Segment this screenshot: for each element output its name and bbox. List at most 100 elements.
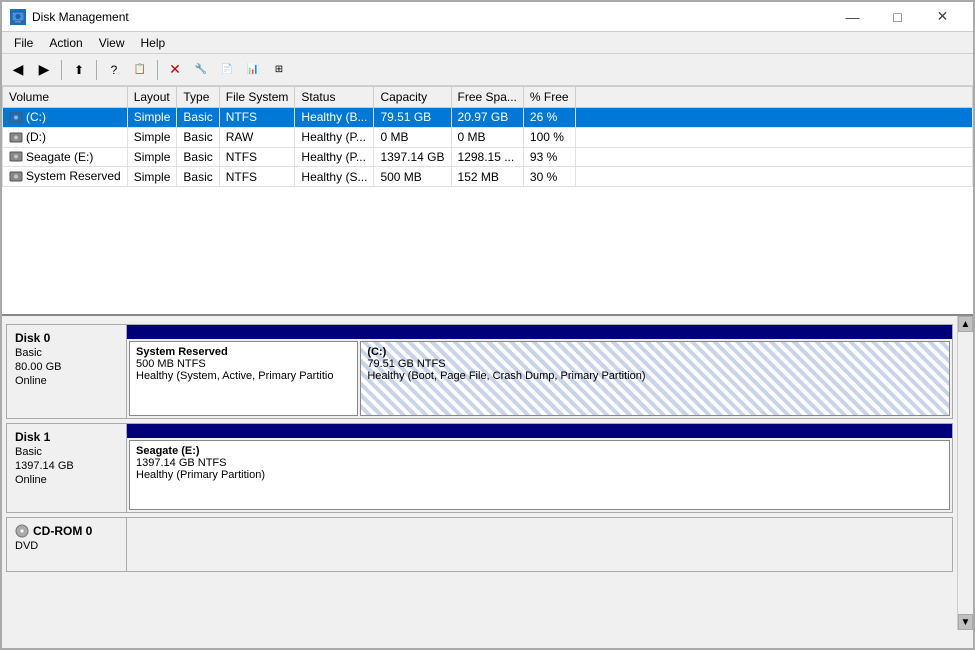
disk1-size: 1397.14 GB	[15, 460, 118, 472]
back-button[interactable]: ◀	[6, 58, 30, 82]
cell-layout: Simple	[127, 167, 177, 187]
menu-action[interactable]: Action	[41, 34, 90, 52]
disk0-part-c[interactable]: (C:) 79.51 GB NTFS Healthy (Boot, Page F…	[360, 341, 950, 416]
main-area: Volume Layout Type File System Status Ca…	[2, 86, 973, 650]
seagate-status: Healthy (Primary Partition)	[136, 469, 943, 481]
delete-btn[interactable]: ✕	[163, 58, 187, 82]
col-volume[interactable]: Volume	[3, 87, 128, 108]
cell-extra	[575, 108, 972, 128]
properties-btn[interactable]: 📋	[128, 58, 152, 82]
disk0-top-bar	[127, 325, 952, 339]
disk0-name: Disk 0	[15, 331, 118, 345]
cell-fs: NTFS	[219, 108, 295, 128]
up-button[interactable]: ⬆	[67, 58, 91, 82]
cell-status: Healthy (P...	[295, 147, 374, 167]
col-capacity[interactable]: Capacity	[374, 87, 451, 108]
app-icon	[10, 9, 26, 25]
disk0-label: Disk 0 Basic 80.00 GB Online	[7, 325, 127, 418]
scroll-up[interactable]: ▲	[958, 316, 973, 332]
volume-table-area: Volume Layout Type File System Status Ca…	[2, 86, 973, 316]
sysreserved-name: System Reserved	[136, 346, 351, 358]
cell-extra	[575, 167, 972, 187]
disk1-partitions: Seagate (E:) 1397.14 GB NTFS Healthy (Pr…	[127, 438, 952, 512]
format-btn[interactable]: 📄	[215, 58, 239, 82]
cell-type: Basic	[177, 127, 219, 147]
cell-volume: (C:)	[3, 108, 128, 128]
menu-view[interactable]: View	[91, 34, 133, 52]
disk0-panel: System Reserved 500 MB NTFS Healthy (Sys…	[127, 325, 952, 418]
cdrom0-icon-name: CD-ROM 0	[15, 524, 118, 538]
cell-capacity: 79.51 GB	[374, 108, 451, 128]
disk0-part-sysreserved[interactable]: System Reserved 500 MB NTFS Healthy (Sys…	[129, 341, 358, 416]
cdrom0-content	[127, 518, 952, 571]
extend-btn[interactable]: 📊	[241, 58, 265, 82]
cell-free: 0 MB	[451, 127, 523, 147]
scroll-down[interactable]: ▼	[958, 614, 973, 630]
close-button[interactable]: ✕	[920, 2, 965, 32]
window-controls: ― □ ✕	[830, 2, 965, 32]
disk1-panel: Seagate (E:) 1397.14 GB NTFS Healthy (Pr…	[127, 424, 952, 512]
disk0-partitions: System Reserved 500 MB NTFS Healthy (Sys…	[127, 339, 952, 418]
cell-volume: (D:)	[3, 127, 128, 147]
menu-file[interactable]: File	[6, 34, 41, 52]
cdrom0-type: DVD	[15, 540, 118, 552]
disk1-name: Disk 1	[15, 430, 118, 444]
c-size: 79.51 GB NTFS	[367, 358, 943, 370]
disk1-type: Basic	[15, 446, 118, 458]
cell-volume: Seagate (E:)	[3, 147, 128, 167]
col-extra[interactable]	[575, 87, 972, 108]
disk1-part-seagate[interactable]: Seagate (E:) 1397.14 GB NTFS Healthy (Pr…	[129, 440, 950, 510]
scrollbar[interactable]: ▲ ▼	[957, 316, 973, 630]
disk-area: Disk 0 Basic 80.00 GB Online System Rese…	[2, 316, 973, 650]
table-row[interactable]: Seagate (E:) Simple Basic NTFS Healthy (…	[3, 147, 973, 167]
cell-free: 152 MB	[451, 167, 523, 187]
disk0-status: Online	[15, 375, 118, 387]
c-name: (C:)	[367, 346, 943, 358]
table-row[interactable]: System Reserved Simple Basic NTFS Health…	[3, 167, 973, 187]
menu-bar: File Action View Help	[2, 32, 973, 54]
toolbar: ◀ ▶ ⬆ ? 📋 ✕ 🔧 📄 📊 ⊞	[2, 54, 973, 86]
cell-fs: RAW	[219, 127, 295, 147]
cell-pct: 100 %	[523, 127, 575, 147]
col-filesystem[interactable]: File System	[219, 87, 295, 108]
window-title: Disk Management	[32, 10, 129, 24]
cell-status: Healthy (S...	[295, 167, 374, 187]
col-pctfree[interactable]: % Free	[523, 87, 575, 108]
cell-status: Healthy (P...	[295, 127, 374, 147]
disk1-top-bar	[127, 424, 952, 438]
title-bar-left: Disk Management	[10, 9, 129, 25]
cell-type: Basic	[177, 108, 219, 128]
minimize-button[interactable]: ―	[830, 2, 875, 32]
disk1-label: Disk 1 Basic 1397.14 GB Online	[7, 424, 127, 512]
cell-fs: NTFS	[219, 147, 295, 167]
menu-help[interactable]: Help	[133, 34, 174, 52]
cell-type: Basic	[177, 147, 219, 167]
col-type[interactable]: Type	[177, 87, 219, 108]
disk0-row: Disk 0 Basic 80.00 GB Online System Rese…	[6, 324, 953, 419]
cell-extra	[575, 147, 972, 167]
scroll-track	[958, 332, 973, 614]
seagate-name: Seagate (E:)	[136, 445, 943, 457]
disk1-row: Disk 1 Basic 1397.14 GB Online Seagate (…	[6, 423, 953, 513]
cell-volume: System Reserved	[3, 167, 128, 187]
table-row[interactable]: (D:) Simple Basic RAW Healthy (P... 0 MB…	[3, 127, 973, 147]
cdrom0-label: CD-ROM 0 DVD	[7, 518, 127, 571]
disk0-type: Basic	[15, 347, 118, 359]
forward-button[interactable]: ▶	[32, 58, 56, 82]
table-row[interactable]: (C:) Simple Basic NTFS Healthy (B... 79.…	[3, 108, 973, 128]
c-status: Healthy (Boot, Page File, Crash Dump, Pr…	[367, 370, 943, 382]
help-btn[interactable]: ?	[102, 58, 126, 82]
shrink-btn[interactable]: ⊞	[267, 58, 291, 82]
cdrom-icon	[15, 524, 29, 538]
col-layout[interactable]: Layout	[127, 87, 177, 108]
maximize-button[interactable]: □	[875, 2, 920, 32]
new-btn[interactable]: 🔧	[189, 58, 213, 82]
col-status[interactable]: Status	[295, 87, 374, 108]
title-bar: Disk Management ― □ ✕	[2, 2, 973, 32]
cell-free: 20.97 GB	[451, 108, 523, 128]
col-freespace[interactable]: Free Spa...	[451, 87, 523, 108]
table-header-row: Volume Layout Type File System Status Ca…	[3, 87, 973, 108]
cell-layout: Simple	[127, 127, 177, 147]
cell-extra	[575, 127, 972, 147]
toolbar-sep-2	[96, 60, 97, 80]
